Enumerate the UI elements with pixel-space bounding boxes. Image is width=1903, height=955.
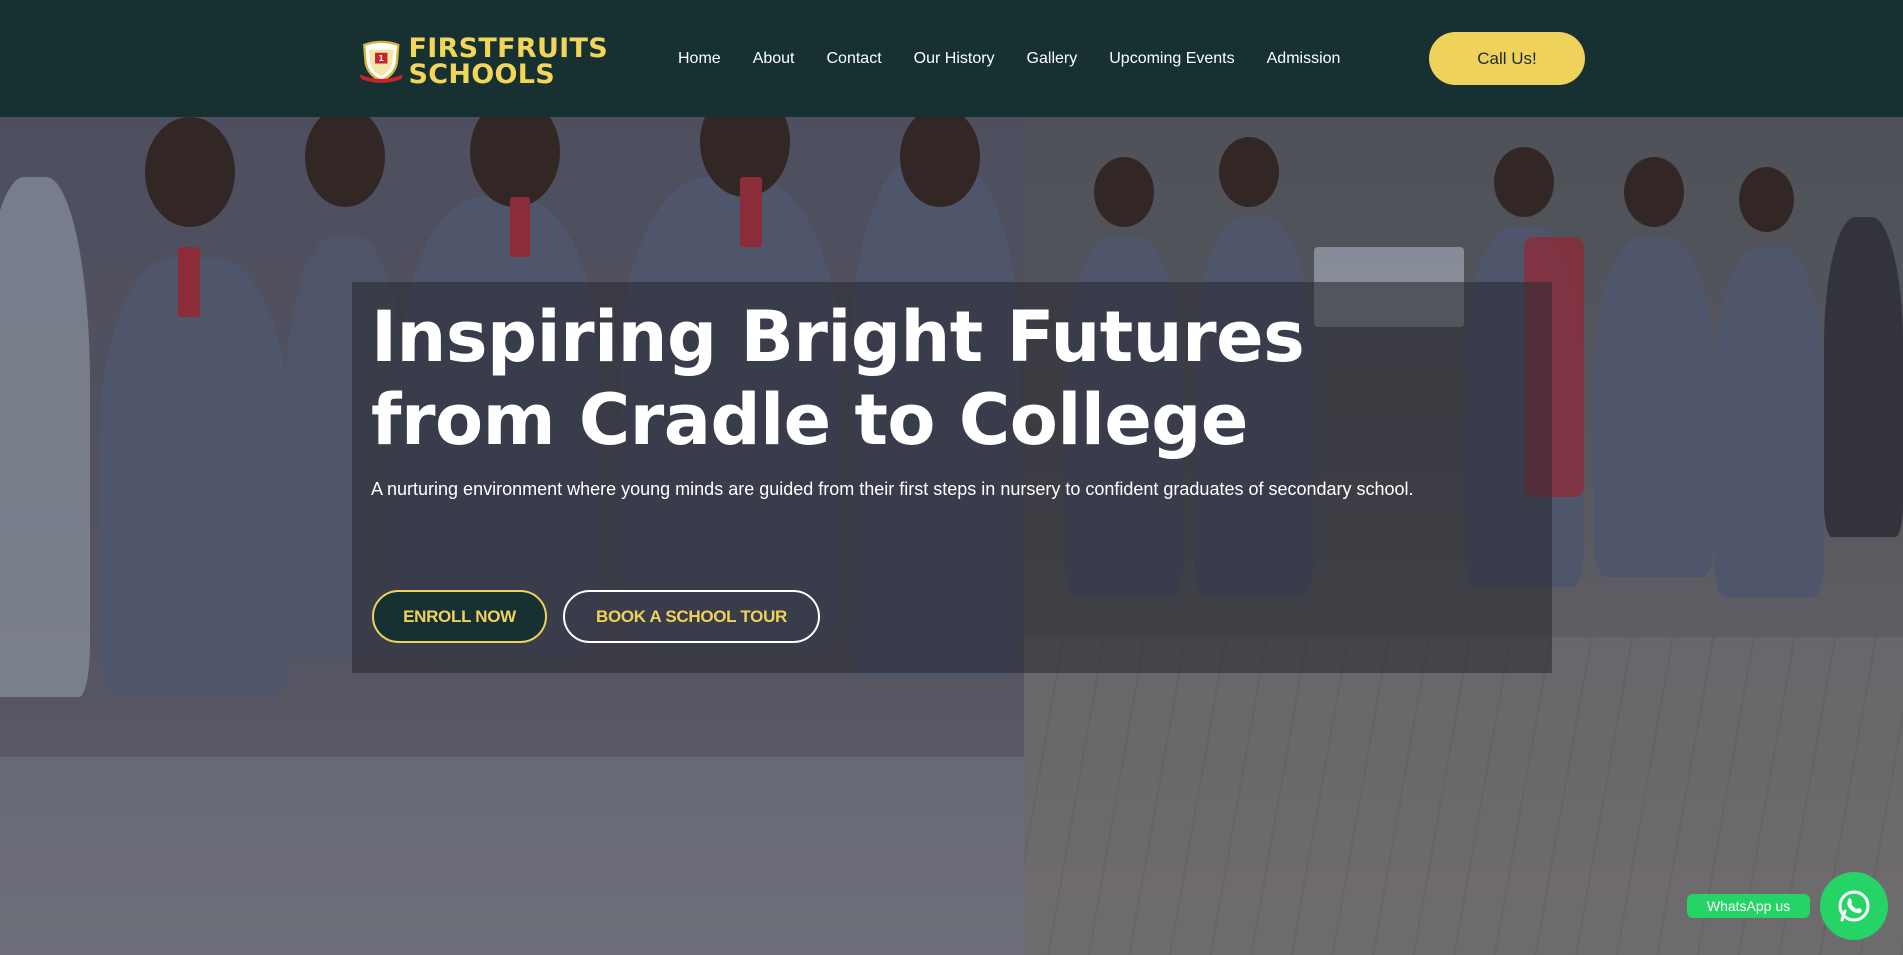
site-header: 1 FIRSTFRUITS SCHOOLS Home About Contact… [0,0,1903,117]
brand-name-line2: SCHOOLS [408,59,555,90]
book-school-tour-button[interactable]: BOOK A SCHOOL TOUR [563,590,820,643]
hero-title-line2: from Cradle to College [371,379,1248,461]
enroll-now-button[interactable]: ENROLL NOW [372,590,547,643]
school-crest-icon: 1 [359,40,403,83]
nav-upcoming-events[interactable]: Upcoming Events [1109,48,1234,70]
whatsapp-icon [1838,890,1870,922]
nav-home[interactable]: Home [678,48,721,70]
nav-admission[interactable]: Admission [1267,48,1341,70]
svg-text:1: 1 [379,54,384,63]
nav-contact[interactable]: Contact [827,48,882,70]
main-nav: Home About Contact Our History Gallery U… [678,48,1340,70]
brand-logo[interactable]: 1 FIRSTFRUITS SCHOOLS [358,33,608,91]
hero-title-line1: Inspiring Bright Futures [371,296,1305,378]
hero-title: Inspiring Bright Futures from Cradle to … [371,296,1371,462]
hero-subtitle: A nurturing environment where young mind… [371,479,1414,499]
nav-our-history[interactable]: Our History [914,48,995,70]
nav-about[interactable]: About [753,48,795,70]
whatsapp-button[interactable] [1820,872,1888,940]
whatsapp-label[interactable]: WhatsApp us [1687,894,1810,918]
nav-gallery[interactable]: Gallery [1027,48,1078,70]
call-us-button[interactable]: Call Us! [1429,32,1585,85]
